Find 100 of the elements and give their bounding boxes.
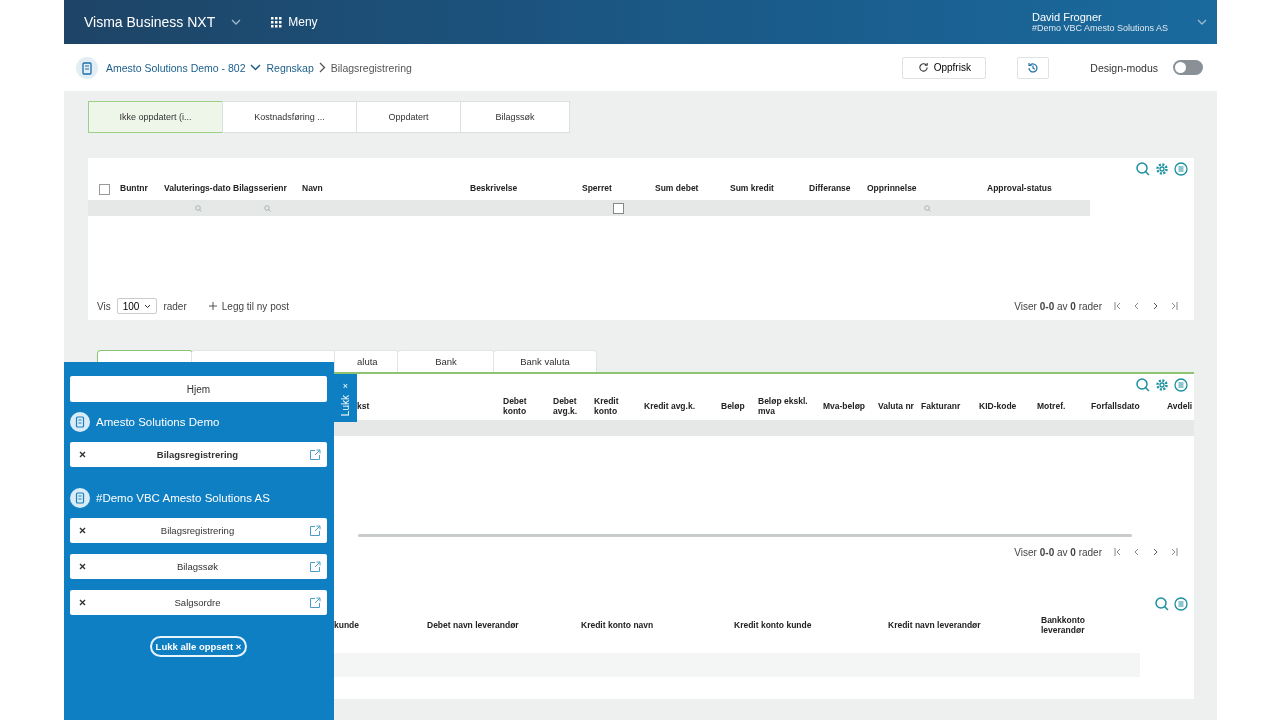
close-icon[interactable] xyxy=(79,451,86,458)
column-header[interactable]: Sum kredit xyxy=(730,184,809,194)
external-link-icon[interactable] xyxy=(309,560,321,573)
column-header[interactable]: Mva-beløp xyxy=(823,402,878,412)
breadcrumb-current: Bilagsregistrering xyxy=(330,61,412,74)
column-header[interactable]: Kredit navn leverandør xyxy=(888,621,1041,631)
column-header[interactable]: Bankkonto leverandør xyxy=(1041,616,1131,636)
column-header[interactable]: Buntnr xyxy=(120,184,164,194)
close-all-button[interactable]: Lukk alle oppsett × xyxy=(149,636,248,657)
column-header[interactable]: Beløp ekskl. mva xyxy=(758,397,823,417)
history-icon xyxy=(1027,61,1040,74)
column-header[interactable]: Forfallsdato xyxy=(1091,402,1167,412)
list-icon[interactable] xyxy=(1174,378,1188,392)
previous-page-icon[interactable] xyxy=(1133,302,1140,310)
column-header[interactable]: Sum debet xyxy=(655,184,730,194)
column-header[interactable]: Navn xyxy=(302,184,470,194)
first-page-icon[interactable] xyxy=(1114,302,1121,310)
column-header[interactable]: Opprinnelse xyxy=(867,184,987,194)
tab[interactable]: Kostnadsføring ... xyxy=(222,101,357,133)
column-header[interactable]: Avdeli xyxy=(1167,402,1197,412)
user-company[interactable]: #Demo VBC Amesto Solutions AS xyxy=(1032,23,1197,33)
column-header[interactable]: Valuta nr xyxy=(878,402,921,412)
tab[interactable] xyxy=(97,350,193,362)
next-page-icon[interactable] xyxy=(1152,548,1159,556)
column-header[interactable]: Kredit konto kunde xyxy=(734,621,888,631)
column-header[interactable]: Sperret xyxy=(582,184,655,194)
column-header[interactable]: Beskrivelse xyxy=(470,184,582,194)
layout-item[interactable]: Bilagsregistrering xyxy=(70,442,327,467)
grid-icon xyxy=(271,16,283,28)
tab[interactable]: Ikke oppdatert (i... xyxy=(88,101,223,133)
column-header[interactable]: Valuterings-dato xyxy=(164,184,233,194)
close-icon[interactable] xyxy=(79,563,86,570)
select-all-checkbox[interactable] xyxy=(98,183,110,195)
column-header[interactable]: Kredit avg.k. xyxy=(644,402,721,412)
design-mode-label: Design-modus xyxy=(1090,61,1158,74)
app-name: Visma Business NXT xyxy=(84,14,216,30)
refresh-button[interactable]: Oppfrisk xyxy=(902,56,987,79)
tab[interactable]: aluta xyxy=(334,350,399,372)
previous-page-icon[interactable] xyxy=(1133,548,1140,556)
list-icon[interactable] xyxy=(1174,597,1188,611)
first-page-icon[interactable] xyxy=(1114,548,1121,556)
column-header[interactable]: Approval-status xyxy=(987,184,1107,194)
breadcrumb-link[interactable]: Amesto Solutions Demo - 802 xyxy=(106,61,246,74)
external-link-icon[interactable] xyxy=(309,448,321,461)
search-icon[interactable] xyxy=(1136,162,1150,176)
column-header[interactable]: Differanse xyxy=(809,184,867,194)
chevron-down-icon xyxy=(144,303,152,309)
column-header[interactable]: Debet konto xyxy=(503,397,553,417)
column-header[interactable]: kst xyxy=(357,402,503,412)
tab[interactable]: Bank valuta xyxy=(493,350,597,372)
search-icon[interactable] xyxy=(1155,597,1169,611)
layout-item[interactable]: Bilagsregistrering xyxy=(70,518,327,543)
plus-icon xyxy=(208,302,217,310)
tab[interactable]: Oppdatert xyxy=(356,101,461,133)
column-header[interactable]: KID-kode xyxy=(979,402,1037,412)
column-header[interactable]: Motref. xyxy=(1037,402,1091,412)
external-link-icon[interactable] xyxy=(309,524,321,537)
page-size-select[interactable]: 100 xyxy=(116,298,158,314)
design-mode-toggle[interactable] xyxy=(1173,60,1203,75)
list-icon[interactable] xyxy=(1174,162,1188,176)
column-header[interactable]: Fakturanr xyxy=(921,402,979,412)
external-link-icon[interactable] xyxy=(309,596,321,609)
filter-checkbox[interactable] xyxy=(613,202,624,214)
tab[interactable]: Bank xyxy=(397,350,495,372)
pager-summary: Viser 0-0 av 0 rader xyxy=(1014,546,1102,558)
building-icon xyxy=(70,412,90,432)
column-header[interactable]: Debet navn leverandør xyxy=(427,621,581,631)
column-header[interactable]: Beløp xyxy=(721,402,758,412)
column-header[interactable]: Kredit konto navn xyxy=(581,621,734,631)
rows-label: rader xyxy=(163,300,187,312)
chevron-down-icon[interactable] xyxy=(1197,19,1207,25)
company-name: #Demo VBC Amesto Solutions AS xyxy=(96,492,270,504)
menu-button[interactable]: Meny xyxy=(269,13,320,31)
column-header[interactable]: Debet avg.k. xyxy=(553,397,594,417)
add-record-button[interactable]: Legg til ny post xyxy=(202,299,296,313)
home-button[interactable]: Hjem xyxy=(70,376,327,402)
building-icon xyxy=(76,56,98,79)
history-button[interactable] xyxy=(1017,56,1050,79)
pager-summary: Viser 0-0 av 0 rader xyxy=(1014,300,1102,312)
breadcrumb-link[interactable]: Regnskap xyxy=(266,61,314,74)
layout-item[interactable]: Bilagssøk xyxy=(70,554,327,579)
close-icon[interactable] xyxy=(79,527,86,534)
settings-icon[interactable] xyxy=(1155,162,1169,176)
search-icon[interactable] xyxy=(1136,378,1150,392)
close-panel-tab[interactable]: × Lukk xyxy=(334,374,357,422)
settings-icon[interactable] xyxy=(1155,378,1169,392)
scrollbar[interactable] xyxy=(358,534,1132,537)
chevron-down-icon[interactable] xyxy=(250,64,262,71)
last-page-icon[interactable] xyxy=(1171,548,1178,556)
layout-item[interactable]: Salgsordre xyxy=(70,590,327,615)
column-header[interactable]: Kredit konto xyxy=(594,397,644,417)
user-name[interactable]: David Frogner xyxy=(1032,11,1197,23)
tab[interactable]: Bilagssøk xyxy=(460,101,570,133)
column-header[interactable]: kunde xyxy=(334,621,427,631)
chevron-right-icon xyxy=(318,62,326,73)
close-icon[interactable] xyxy=(79,599,86,606)
column-header[interactable]: Bilagsserienr xyxy=(233,184,302,194)
next-page-icon[interactable] xyxy=(1152,302,1159,310)
chevron-down-icon[interactable] xyxy=(231,19,242,25)
last-page-icon[interactable] xyxy=(1171,302,1178,310)
